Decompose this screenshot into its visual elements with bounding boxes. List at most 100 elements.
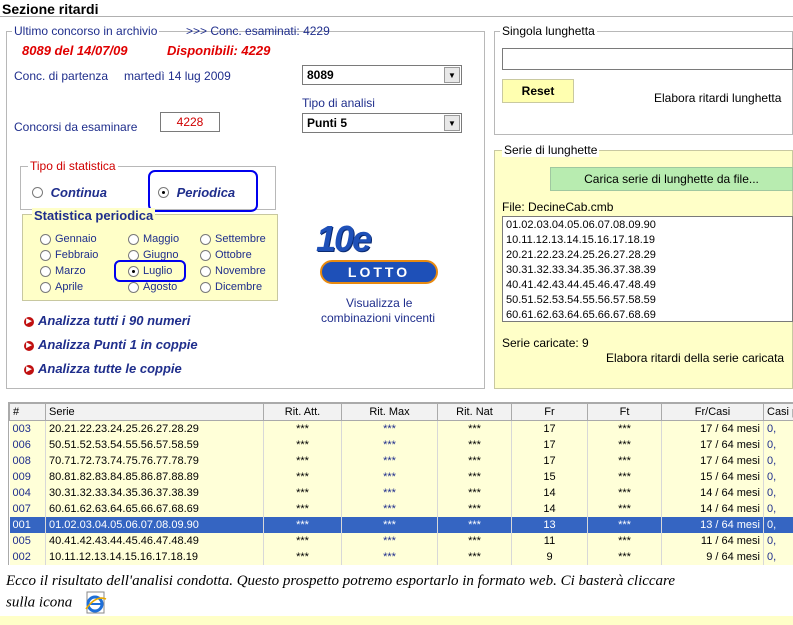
month-novembre[interactable]: Novembre — [200, 265, 266, 277]
reset-button[interactable]: Reset — [502, 79, 574, 103]
table-row[interactable]: 004 30.31.32.33.34.35.36.37.38.39 *** *** **… — [9, 484, 793, 501]
table-cell: 0, — [763, 484, 793, 501]
lotto-logo[interactable]: 10e LOTTO — [312, 218, 442, 292]
col-header-rit-max[interactable]: Rit. Max — [341, 403, 438, 421]
table-cell: *** — [437, 500, 512, 517]
table-cell: *** — [263, 420, 342, 437]
logo-caption-1[interactable]: Visualizza le — [346, 296, 412, 310]
load-series-button[interactable]: Carica serie di lunghette da file... — [550, 167, 793, 191]
table-cell: *** — [263, 532, 342, 549]
col-header-casi[interactable]: Casi p — [763, 403, 793, 421]
chevron-down-icon[interactable]: ▼ — [444, 115, 460, 131]
start-contest-value: 8089 — [307, 68, 334, 82]
elab-series-link[interactable]: Elabora ritardi della serie caricata — [606, 351, 784, 365]
table-row[interactable]: 001 01.02.03.04.05.06.07.08.09.90 *** *** **… — [9, 516, 793, 533]
table-cell: 30.31.32.33.34.35.36.37.38.39 — [45, 484, 264, 501]
to-examine-label: Concorsi da esaminare — [14, 120, 138, 134]
table-cell: 0, — [763, 420, 793, 437]
list-item[interactable]: 10.11.12.13.14.15.16.17.18.19 — [506, 233, 789, 248]
table-cell: *** — [437, 452, 512, 469]
table-row[interactable]: 005 40.41.42.43.44.45.46.47.48.49 *** *** **… — [9, 532, 793, 549]
radio-icon[interactable] — [32, 187, 43, 199]
single-input[interactable] — [502, 48, 793, 70]
month-marzo[interactable]: Marzo — [40, 265, 86, 277]
series-list[interactable]: 01.02.03.04.05.06.07.08.09.90 10.11.12.1… — [502, 216, 793, 322]
table-cell: 11 / 64 mesi — [661, 532, 764, 549]
radio-periodica[interactable]: Periodica — [158, 184, 235, 200]
radio-icon[interactable] — [40, 233, 51, 245]
month-aprile[interactable]: Aprile — [40, 281, 83, 293]
analyze-all-link[interactable]: ▶ Analizza tutti i 90 numeri — [24, 313, 190, 328]
table-cell: 007 — [9, 500, 46, 517]
month-febbraio[interactable]: Febbraio — [40, 249, 98, 261]
radio-icon[interactable] — [200, 281, 211, 293]
list-item[interactable]: 30.31.32.33.34.35.36.37.38.39 — [506, 263, 789, 278]
table-row[interactable]: 002 10.11.12.13.14.15.16.17.18.19 *** *** **… — [9, 548, 793, 565]
month-label: Gennaio — [55, 233, 97, 246]
internet-explorer-icon[interactable] — [84, 591, 108, 615]
radio-icon[interactable] — [40, 281, 51, 293]
table-cell: 17 / 64 mesi — [661, 420, 764, 437]
footer-line-2: sulla icona — [6, 594, 73, 611]
start-date: martedì 14 lug 2009 — [124, 69, 231, 83]
list-item[interactable]: 01.02.03.04.05.06.07.08.09.90 — [506, 218, 789, 233]
radio-icon[interactable] — [200, 233, 211, 245]
table-cell: *** — [263, 516, 342, 533]
list-item[interactable]: 50.51.52.53.54.55.56.57.58.59 — [506, 293, 789, 308]
radio-icon[interactable] — [200, 265, 211, 277]
results-table: # Serie Rit. Att. Rit. Max Rit. Nat Fr F… — [9, 403, 793, 565]
table-cell: 009 — [9, 468, 46, 485]
col-header-rit-nat[interactable]: Rit. Nat — [437, 403, 512, 421]
table-cell: *** — [341, 532, 438, 549]
radio-icon[interactable] — [200, 249, 211, 261]
series-legend: Serie di lunghette — [502, 143, 600, 157]
last-contest-value: 8089 del 14/07/09 — [22, 43, 128, 58]
to-examine-field[interactable]: 4228 — [160, 112, 220, 132]
table-row[interactable]: 008 70.71.72.73.74.75.76.77.78.79 *** *** **… — [9, 452, 793, 469]
table-row[interactable]: 006 50.51.52.53.54.55.56.57.58.59 *** *** **… — [9, 436, 793, 453]
col-header-rit-att[interactable]: Rit. Att. — [263, 403, 342, 421]
radio-icon[interactable] — [128, 233, 139, 245]
table-cell: 003 — [9, 420, 46, 437]
table-cell: *** — [263, 484, 342, 501]
start-contest-select[interactable]: 8089 ▼ — [302, 65, 462, 85]
footer-line-1: Ecco il risultato dell'analisi condotta.… — [6, 573, 675, 589]
table-cell: *** — [587, 516, 662, 533]
analysis-type-select[interactable]: Punti 5 ▼ — [302, 113, 462, 133]
table-row[interactable]: 003 20.21.22.23.24.25.26.27.28.29 *** *** **… — [9, 420, 793, 437]
radio-icon[interactable] — [40, 265, 51, 277]
logo-caption-2[interactable]: combinazioni vincenti — [321, 311, 435, 325]
month-ottobre[interactable]: Ottobre — [200, 249, 252, 261]
month-dicembre[interactable]: Dicembre — [200, 281, 262, 293]
list-item[interactable]: 40.41.42.43.44.45.46.47.48.49 — [506, 278, 789, 293]
month-settembre[interactable]: Settembre — [200, 233, 266, 245]
table-cell: 14 / 64 mesi — [661, 500, 764, 517]
radio-icon[interactable] — [128, 265, 139, 277]
month-label: Agosto — [143, 281, 178, 294]
col-header-serie[interactable]: Serie — [45, 403, 264, 421]
col-header-fr-casi[interactable]: Fr/Casi — [661, 403, 764, 421]
month-agosto[interactable]: Agosto — [128, 281, 177, 293]
table-row[interactable]: 009 80.81.82.83.84.85.86.87.88.89 *** *** **… — [9, 468, 793, 485]
col-header-fr[interactable]: Fr — [511, 403, 588, 421]
available-value: Disponibili: 4229 — [167, 43, 271, 58]
radio-icon[interactable] — [40, 249, 51, 261]
table-cell: *** — [263, 500, 342, 517]
analyze-punti1-link[interactable]: ▶ Analizza Punti 1 in coppie — [24, 337, 198, 352]
radio-icon[interactable] — [128, 249, 139, 261]
chevron-down-icon[interactable]: ▼ — [444, 67, 460, 83]
month-maggio[interactable]: Maggio — [128, 233, 179, 245]
month-luglio[interactable]: Luglio — [128, 265, 172, 277]
col-header-ft[interactable]: Ft — [587, 403, 662, 421]
list-item[interactable]: 20.21.22.23.24.25.26.27.28.29 — [506, 248, 789, 263]
list-item[interactable]: 60.61.62.63.64.65.66.67.68.69 — [506, 308, 789, 321]
radio-continua[interactable]: Continua — [32, 184, 107, 200]
radio-icon[interactable] — [158, 187, 169, 199]
table-cell: 17 / 64 mesi — [661, 436, 764, 453]
col-header-index[interactable]: # — [9, 403, 46, 421]
month-gennaio[interactable]: Gennaio — [40, 233, 97, 245]
radio-icon[interactable] — [128, 281, 139, 293]
elab-single-link[interactable]: Elabora ritardi lunghetta — [654, 91, 781, 105]
analyze-pairs-link[interactable]: ▶ Analizza tutte le coppie — [24, 361, 182, 376]
table-row[interactable]: 007 60.61.62.63.64.65.66.67.68.69 *** *** **… — [9, 500, 793, 517]
